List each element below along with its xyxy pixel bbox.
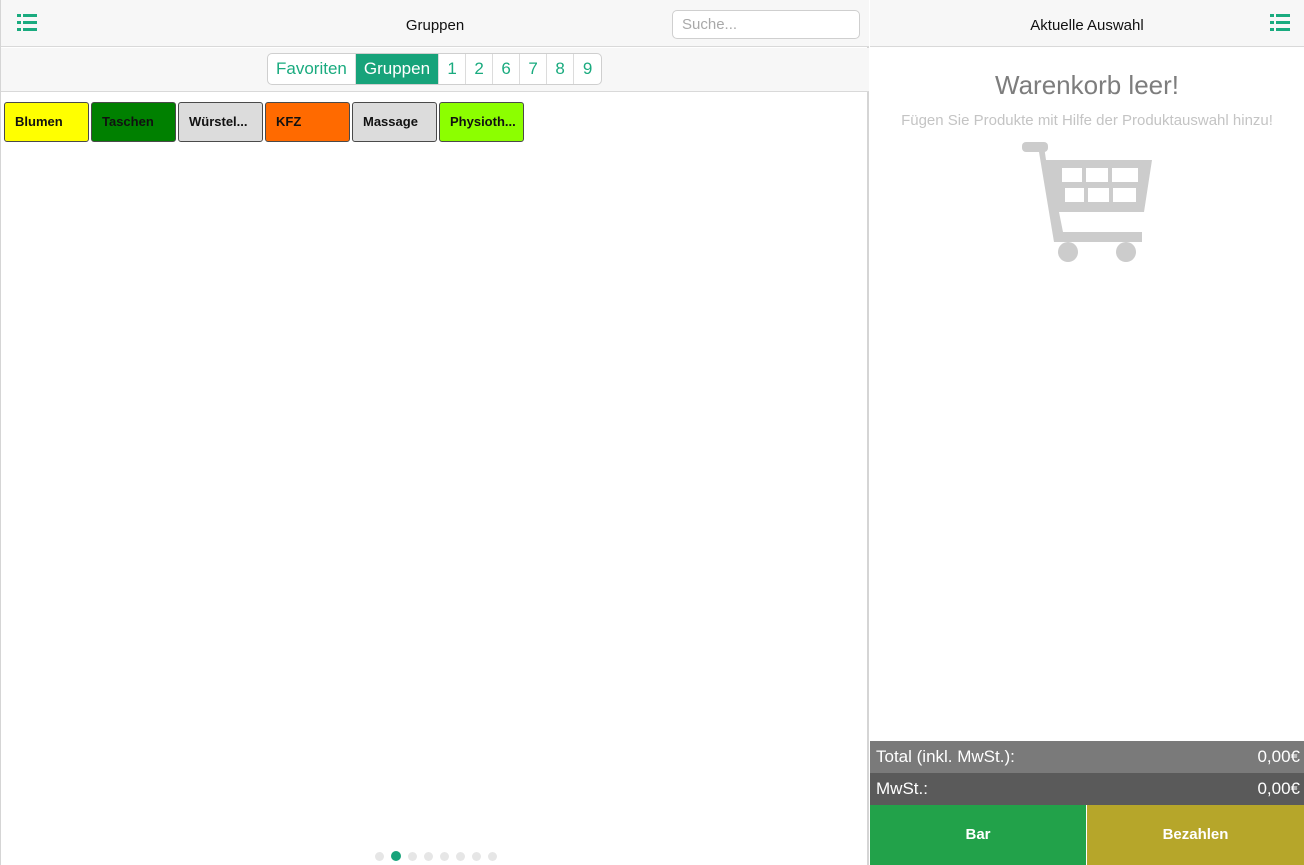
tab-1[interactable]: 1	[439, 54, 467, 84]
group-button-kfz[interactable]: KFZ	[265, 102, 350, 142]
list-menu-icon[interactable]	[1270, 14, 1290, 32]
category-tabbar: Favoriten Gruppen 1 2 6 7 8 9	[1, 48, 869, 92]
tab-8[interactable]: 8	[547, 54, 575, 84]
page-dot[interactable]	[424, 852, 433, 861]
cart-header: Aktuelle Auswahl	[870, 0, 1304, 47]
cart-title: Aktuelle Auswahl	[1030, 17, 1144, 34]
group-button-blumen[interactable]: Blumen	[4, 102, 89, 142]
tab-9[interactable]: 9	[574, 54, 601, 84]
group-button-würstel[interactable]: Würstel...	[178, 102, 263, 142]
page-indicator	[375, 851, 504, 861]
tab-favoriten[interactable]: Favoriten	[268, 54, 356, 84]
page-dot[interactable]	[375, 852, 384, 861]
tax-value: 0,00€	[1257, 779, 1300, 798]
groups-panel: Gruppen FavoritenGruppen126789 BlumenTas…	[0, 0, 869, 865]
pay-button[interactable]: Bezahlen	[1087, 805, 1304, 865]
category-tabs: Favoriten Gruppen 1 2 6 7 8 9	[267, 53, 603, 85]
page-dot[interactable]	[472, 852, 481, 861]
tab-6[interactable]: 6	[493, 54, 521, 84]
search-input[interactable]	[672, 10, 860, 39]
tax-row: MwSt.: 0,00€	[870, 773, 1304, 805]
cash-payment-button[interactable]: Bar	[870, 805, 1086, 865]
empty-cart-subtitle: Fügen Sie Produkte mit Hilfe der Produkt…	[901, 112, 1273, 129]
page-dot[interactable]	[488, 852, 497, 861]
tab-7[interactable]: 7	[520, 54, 548, 84]
tab-gruppen[interactable]: Gruppen	[355, 54, 440, 84]
total-label: Total (inkl. MwSt.):	[876, 747, 1015, 766]
empty-cart-title: Warenkorb leer!	[995, 70, 1179, 100]
shopping-cart-icon	[1022, 142, 1152, 262]
page-dot[interactable]	[391, 851, 401, 861]
cart-panel: Aktuelle Auswahl Warenkorb leer! Fügen S…	[870, 0, 1304, 865]
group-button-physioth[interactable]: Physioth...	[439, 102, 524, 142]
groups-header: Gruppen	[1, 0, 869, 47]
tax-label: MwSt.:	[876, 779, 928, 798]
total-row: Total (inkl. MwSt.): 0,00€	[870, 741, 1304, 773]
group-button-taschen[interactable]: Taschen	[91, 102, 176, 142]
total-value: 0,00€	[1257, 747, 1300, 766]
page-dot[interactable]	[440, 852, 449, 861]
page-dot[interactable]	[456, 852, 465, 861]
tab-2[interactable]: 2	[466, 54, 494, 84]
group-button-massage[interactable]: Massage	[352, 102, 437, 142]
group-button-list: Blumen Taschen Würstel... KFZ Massage Physiot…	[4, 102, 526, 142]
page-dot[interactable]	[408, 852, 417, 861]
